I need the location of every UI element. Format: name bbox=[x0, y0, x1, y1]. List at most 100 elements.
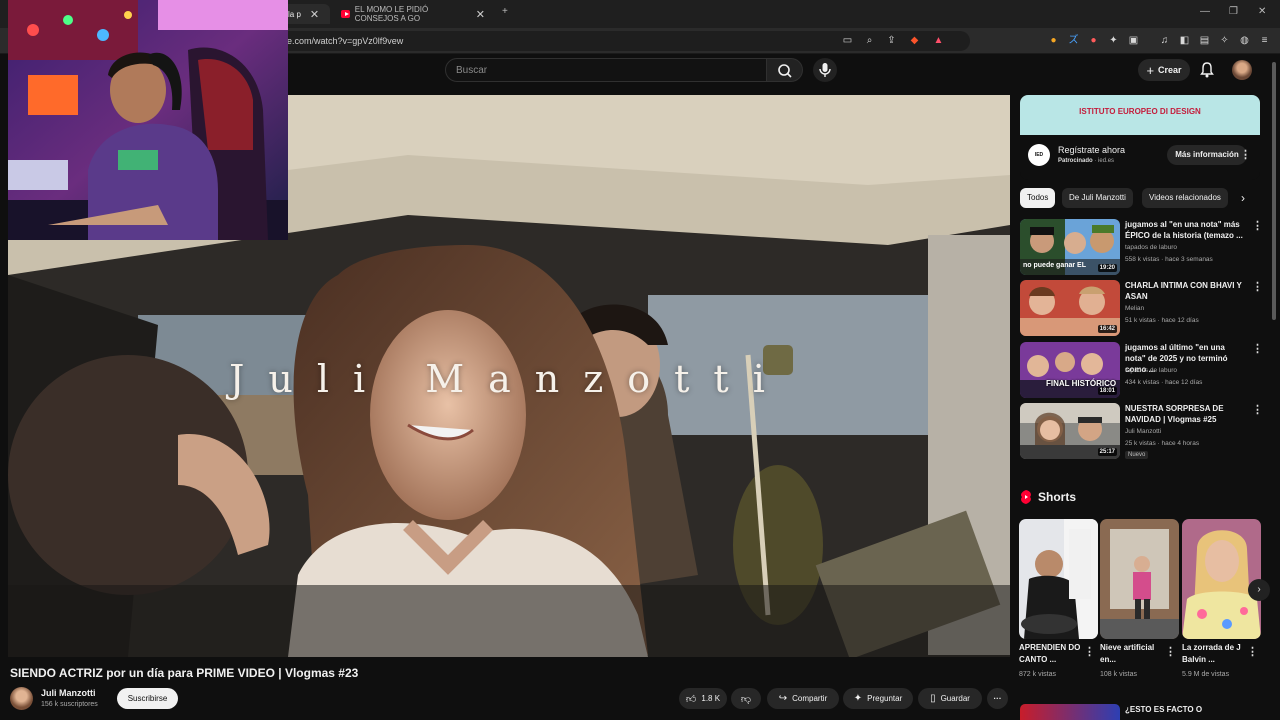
sidebar-icon[interactable]: ◧ bbox=[1178, 34, 1191, 47]
menu-icon[interactable]: ≡ bbox=[1258, 34, 1271, 47]
leo-icon[interactable]: ✧ bbox=[1218, 34, 1231, 47]
chevron-right-icon[interactable]: › bbox=[1241, 191, 1245, 205]
ad-banner[interactable]: ISTITUTO EUROPEO DI DESIGN bbox=[1020, 95, 1260, 135]
more-icon[interactable]: ⋮ bbox=[1252, 219, 1263, 232]
scrollbar[interactable] bbox=[1272, 62, 1276, 320]
shorts-next-button[interactable]: › bbox=[1248, 579, 1270, 601]
short-title[interactable]: APRENDIEN DO CANTO ... bbox=[1019, 642, 1085, 666]
ad-menu-icon[interactable]: ⋮ bbox=[1240, 148, 1251, 161]
more-icon: ··· bbox=[993, 694, 1002, 703]
short-views: 108 k vistas bbox=[1100, 671, 1137, 678]
like-button[interactable]: 👍︎ 1.8 K bbox=[679, 688, 727, 709]
create-label: Crear bbox=[1158, 65, 1182, 75]
video-duration: 19:20 bbox=[1097, 264, 1117, 272]
ad-domain: · ied.es bbox=[1094, 158, 1115, 164]
dislike-button[interactable]: 👎︎ bbox=[731, 688, 761, 709]
notifications-bell-icon[interactable] bbox=[1200, 62, 1214, 78]
related-channel: Juli Manzotti bbox=[1125, 428, 1162, 435]
related-video[interactable]: 25:17 NUESTRA SORPRESA DE NAVIDAD | Vlog… bbox=[1020, 403, 1270, 459]
short-thumbnail[interactable] bbox=[1182, 519, 1261, 639]
more-icon[interactable]: ⋮ bbox=[1252, 342, 1263, 355]
new-badge: Nuevo bbox=[1125, 451, 1149, 459]
ad-sponsored-line: Patrocinado · ied.es bbox=[1058, 158, 1114, 164]
vpn-icon[interactable]: ◍ bbox=[1238, 34, 1251, 47]
shorts-logo-icon bbox=[1021, 490, 1031, 504]
related-video[interactable]: no puede ganar EL 19:20 jugamos al "en u… bbox=[1020, 219, 1270, 275]
thumbs-down-icon: 👎︎ bbox=[740, 693, 752, 705]
search-button[interactable] bbox=[767, 58, 803, 82]
extension-icon[interactable]: ● bbox=[1047, 34, 1060, 47]
ad-title[interactable]: Regístrate ahora bbox=[1058, 145, 1125, 155]
short-title[interactable]: La zorrada de J Balvin ... bbox=[1182, 642, 1248, 666]
related-title[interactable]: jugamos al "en una nota" más ÉPICO de la… bbox=[1125, 219, 1247, 241]
chip-todos[interactable]: Todos bbox=[1020, 188, 1056, 208]
voice-search-button[interactable] bbox=[813, 58, 837, 82]
channel-avatar[interactable] bbox=[10, 687, 33, 710]
brave-shield-icon[interactable]: ◆ bbox=[908, 34, 921, 47]
ad-logo: IED bbox=[1028, 144, 1050, 166]
more-icon[interactable]: ⋮ bbox=[1165, 645, 1176, 658]
new-tab-icon[interactable]: + bbox=[502, 6, 508, 17]
browser-tab[interactable]: EL MOMO LE PIDIÓ CONSEJOS A GO ✕ bbox=[333, 4, 493, 24]
minimize-icon[interactable]: — bbox=[1200, 6, 1210, 17]
subscribe-button[interactable]: Suscribirse bbox=[117, 688, 178, 709]
maximize-icon[interactable]: ❐ bbox=[1229, 6, 1238, 17]
video-title: SIENDO ACTRIZ por un día para PRIME VIDE… bbox=[10, 666, 359, 680]
save-button[interactable]: ▯ Guardar bbox=[918, 688, 982, 709]
translate-icon[interactable]: ズ bbox=[1067, 34, 1080, 47]
wallet-icon[interactable]: ▤ bbox=[1198, 34, 1211, 47]
more-icon[interactable]: ⋮ bbox=[1084, 645, 1095, 658]
related-title[interactable]: CHARLA INTIMA CON BHAVI Y ASAN bbox=[1125, 280, 1247, 302]
video-thumbnail[interactable]: 16:42 bbox=[1020, 280, 1120, 336]
tab-label: la p bbox=[288, 9, 301, 19]
more-icon[interactable]: ⋮ bbox=[1252, 403, 1263, 416]
more-icon[interactable]: ⋮ bbox=[1247, 645, 1258, 658]
cast-icon[interactable]: ▭ bbox=[841, 34, 854, 47]
media-icon[interactable]: ♫ bbox=[1158, 34, 1171, 47]
short-thumbnail[interactable] bbox=[1019, 519, 1098, 639]
related-channel: tapados de laburo bbox=[1125, 244, 1178, 251]
tab-close-icon[interactable]: ✕ bbox=[310, 8, 319, 21]
video-thumbnail[interactable] bbox=[1020, 704, 1120, 720]
bookmark-icon: ▯ bbox=[930, 693, 936, 704]
close-window-icon[interactable]: ✕ bbox=[1258, 6, 1266, 17]
related-title[interactable]: ¿ESTO ES FACTO O bbox=[1125, 705, 1202, 714]
share-page-icon[interactable]: ⇪ bbox=[885, 34, 898, 47]
chip-videos-relacionados[interactable]: Videos relacionados bbox=[1142, 188, 1228, 208]
related-video[interactable]: FINAL HISTÓRICO 18:01 jugamos al último … bbox=[1020, 342, 1270, 398]
short-thumbnail[interactable] bbox=[1100, 519, 1179, 639]
create-button[interactable]: + Crear bbox=[1138, 59, 1190, 81]
search-input[interactable]: Buscar bbox=[445, 58, 767, 82]
related-title[interactable]: NUESTRA SORPRESA DE NAVIDAD | Vlogmas #2… bbox=[1125, 403, 1247, 425]
url-field[interactable]: e.com/watch?v=gpVz0lf9vew bbox=[250, 31, 970, 51]
video-thumbnail[interactable]: FINAL HISTÓRICO 18:01 bbox=[1020, 342, 1120, 398]
shorts-heading: Shorts bbox=[1020, 490, 1076, 504]
video-duration: 25:17 bbox=[1097, 448, 1117, 456]
ad-more-info-button[interactable]: Más información bbox=[1167, 145, 1247, 165]
save-label: Guardar bbox=[940, 694, 970, 703]
zoom-icon[interactable]: ⌕ bbox=[863, 34, 876, 47]
puzzle-icon[interactable]: ✦ bbox=[1107, 34, 1120, 47]
ask-button[interactable]: ✦ Preguntar bbox=[843, 688, 913, 709]
rewards-icon[interactable]: ▲ bbox=[932, 34, 945, 47]
related-video[interactable]: 16:42 CHARLA INTIMA CON BHAVI Y ASAN Mel… bbox=[1020, 280, 1270, 336]
chip-de-juli-manzotti[interactable]: De Juli Manzotti bbox=[1062, 188, 1133, 208]
video-duration: 16:42 bbox=[1097, 325, 1117, 333]
video-thumbnail[interactable]: 25:17 bbox=[1020, 403, 1120, 459]
extension-icon[interactable]: ● bbox=[1087, 34, 1100, 47]
short-title[interactable]: Nieve artificial en... bbox=[1100, 642, 1166, 666]
channel-name[interactable]: Juli Manzotti bbox=[41, 688, 96, 698]
related-meta: 25 k vistas · hace 4 horas bbox=[1125, 440, 1200, 447]
ad-sponsored-label: Patrocinado bbox=[1058, 158, 1093, 164]
tab-close-icon[interactable]: ✕ bbox=[476, 8, 485, 21]
user-avatar[interactable] bbox=[1232, 60, 1252, 80]
like-count: 1.8 K bbox=[701, 694, 721, 703]
video-thumbnail[interactable]: no puede ganar EL 19:20 bbox=[1020, 219, 1120, 275]
more-actions-button[interactable]: ··· bbox=[987, 688, 1008, 709]
sponsored-ad[interactable]: ISTITUTO EUROPEO DI DESIGN IED Regístrat… bbox=[1020, 95, 1260, 180]
share-button[interactable]: ↪ Compartir bbox=[767, 688, 839, 709]
screenshot-icon[interactable]: ▣ bbox=[1127, 34, 1140, 47]
webcam-feed bbox=[8, 0, 288, 240]
more-icon[interactable]: ⋮ bbox=[1252, 280, 1263, 293]
related-meta: 558 k vistas · hace 3 semanas bbox=[1125, 256, 1213, 263]
